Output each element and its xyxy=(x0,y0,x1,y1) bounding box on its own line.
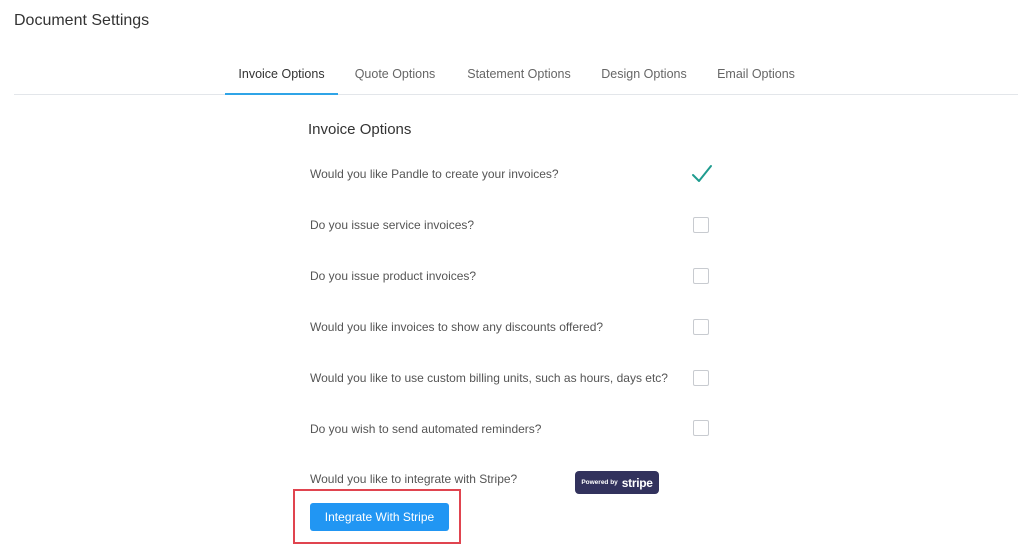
checkmark-icon[interactable] xyxy=(690,162,714,186)
tab-invoice-options[interactable]: Invoice Options xyxy=(225,56,338,95)
service-invoices-checkbox[interactable] xyxy=(693,217,709,233)
tab-statement-options[interactable]: Statement Options xyxy=(460,56,578,94)
document-settings-page: Document Settings Invoice Options Quote … xyxy=(0,0,1024,554)
option-service-invoices-label: Do you issue service invoices? xyxy=(310,218,475,232)
reminders-checkbox[interactable] xyxy=(693,420,709,436)
settings-tabs: Invoice Options Quote Options Statement … xyxy=(14,56,1018,95)
discounts-checkbox[interactable] xyxy=(693,319,709,335)
section-title: Invoice Options xyxy=(308,121,412,138)
page-title: Document Settings xyxy=(14,12,150,29)
stripe-logo: stripe xyxy=(621,475,653,490)
option-billing-units-label: Would you like to use custom billing uni… xyxy=(310,371,668,385)
tab-email-options[interactable]: Email Options xyxy=(712,56,800,94)
powered-by-stripe-badge[interactable]: Powered by stripe xyxy=(575,471,659,494)
stripe-badge-powered-text: Powered by xyxy=(581,479,618,486)
integrate-with-stripe-button[interactable]: Integrate With Stripe xyxy=(310,503,449,531)
option-reminders-label: Do you wish to send automated reminders? xyxy=(310,422,542,436)
billing-units-checkbox[interactable] xyxy=(693,370,709,386)
option-create-invoices-label: Would you like Pandle to create your inv… xyxy=(310,167,559,181)
product-invoices-checkbox[interactable] xyxy=(693,268,709,284)
option-product-invoices-label: Do you issue product invoices? xyxy=(310,269,477,283)
option-discounts-label: Would you like invoices to show any disc… xyxy=(310,320,604,334)
stripe-question-label: Would you like to integrate with Stripe? xyxy=(310,472,518,486)
tab-quote-options[interactable]: Quote Options xyxy=(350,56,440,94)
tab-design-options[interactable]: Design Options xyxy=(596,56,692,94)
